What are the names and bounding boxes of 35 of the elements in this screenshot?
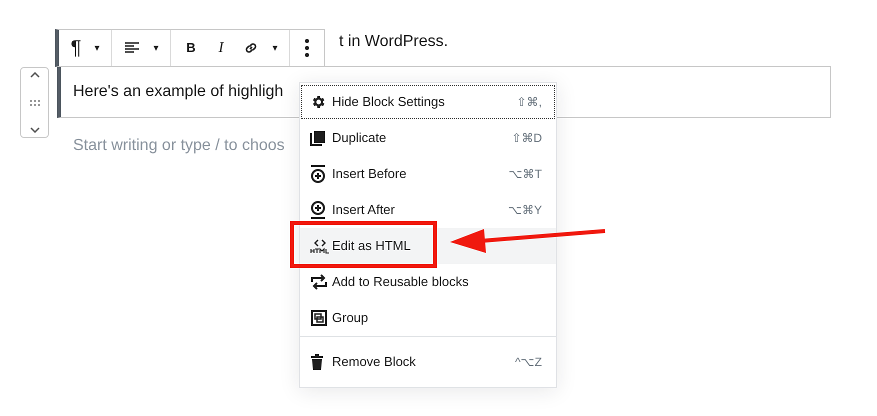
toolbar-button[interactable]: ▾: [89, 34, 105, 62]
copy-icon: [310, 130, 326, 146]
shortcut-text: ⌥⌘T: [508, 166, 542, 183]
insert-plus-icon: [310, 201, 326, 219]
shortcut-text: ⌥⌘Y: [508, 202, 542, 219]
insert-plus-icon: [310, 165, 326, 183]
align-left-icon: [125, 42, 139, 54]
heading-text: t in WordPress.: [339, 32, 448, 52]
toolbar-button[interactable]: ▾: [267, 34, 283, 62]
loop-arrows-icon: [310, 274, 328, 290]
menu-item[interactable]: Group: [300, 300, 556, 336]
trash-icon: [310, 354, 324, 370]
menu-item[interactable]: Remove Block ^⌥Z: [300, 344, 556, 380]
menu-item[interactable]: Insert After ⌥⌘Y: [300, 192, 556, 228]
placeholder-text: Start writing or type / to choos: [73, 137, 285, 154]
group-icon: [310, 309, 328, 327]
chevron-up-icon[interactable]: [30, 72, 40, 78]
menu-item[interactable]: Add to Reusable blocks: [300, 264, 556, 300]
menu-item[interactable]: Duplicate ⇧⌘D: [300, 120, 556, 156]
menu-item[interactable]: Hide Block Settings ⇧⌘,: [300, 84, 556, 120]
menu-item[interactable]: Insert Before ⌥⌘T: [300, 156, 556, 192]
toolbar-button[interactable]: B: [177, 34, 205, 62]
drag-handle-icon[interactable]: [30, 100, 40, 106]
shortcut-text: ⇧⌘D: [511, 130, 542, 147]
toolbar-button[interactable]: ¶: [65, 34, 87, 62]
toolbar-button[interactable]: ▾: [148, 34, 164, 62]
toolbar-button[interactable]: I: [207, 34, 235, 62]
shortcut-text: ⇧⌘,: [516, 94, 542, 111]
more-vertical-icon: [305, 39, 309, 57]
gear-icon: [310, 94, 326, 110]
menu-item[interactable]: Edit as HTML: [300, 228, 556, 264]
shortcut-text: ^⌥Z: [515, 354, 542, 371]
chevron-down-icon[interactable]: [30, 127, 40, 133]
html-icon: [310, 238, 330, 254]
link-icon: [243, 40, 259, 56]
